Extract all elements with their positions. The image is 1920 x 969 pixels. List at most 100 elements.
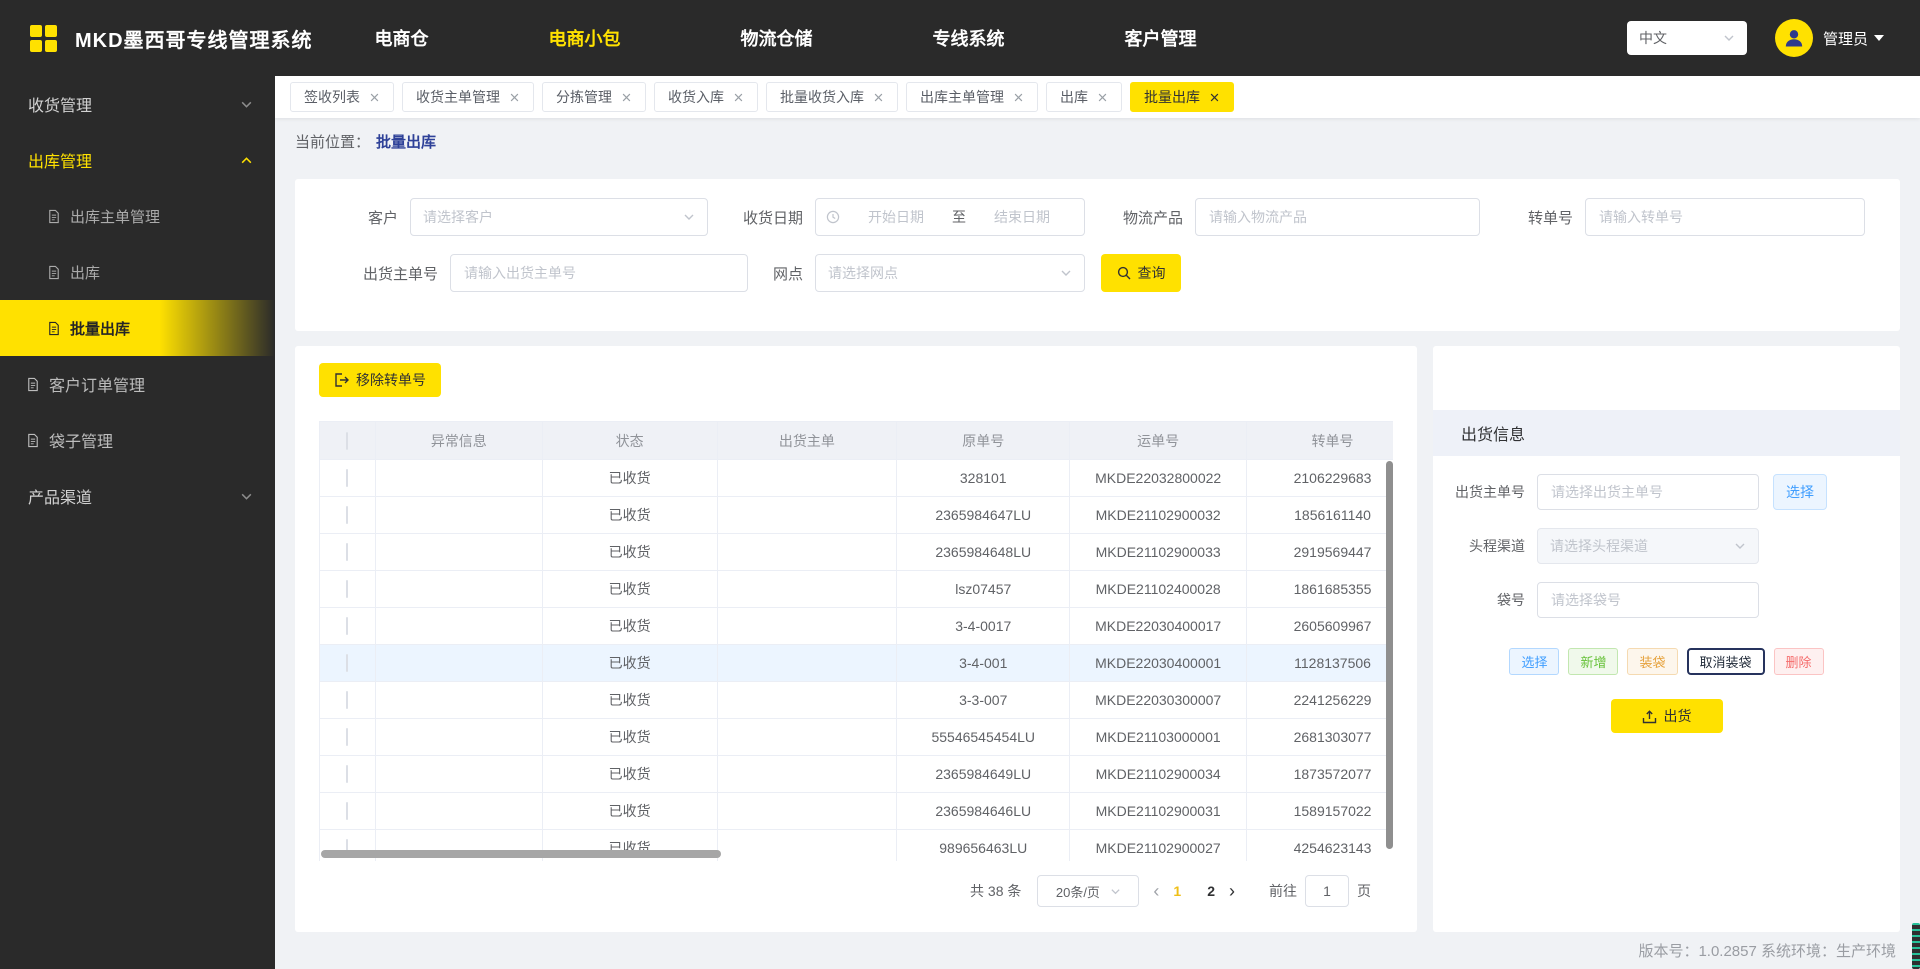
remove-transfer-button[interactable]: 移除转单号	[319, 363, 441, 397]
tab-1[interactable]: 签收列表	[290, 82, 394, 112]
product-input[interactable]	[1196, 199, 1479, 235]
action-button-blue[interactable]: 选择	[1509, 648, 1560, 675]
cell-transfer: 1856161140	[1246, 496, 1393, 534]
tab-2[interactable]: 收货主单管理	[402, 82, 534, 112]
receive-date-range[interactable]: 开始日期 至 结束日期	[815, 198, 1085, 236]
cell-master	[716, 792, 898, 830]
close-icon[interactable]	[369, 92, 380, 103]
row-checkbox[interactable]	[346, 654, 349, 672]
open-tabs-bar: 签收列表 收货主单管理 分拣管理 收货入库 批量收货入库 出库主单管理 出库 批量出库	[275, 76, 1920, 118]
tab-label: 批量出库	[1144, 89, 1200, 105]
close-icon[interactable]	[1013, 92, 1024, 103]
cell-original: 2365984646LU	[896, 792, 1071, 830]
sidebar-item-4[interactable]: 出库	[0, 244, 275, 300]
cell-master	[716, 459, 898, 497]
bag-input[interactable]	[1538, 583, 1758, 617]
table-row-2[interactable]: 已收货 2365984647LU MKDE21102900032 1856161140	[319, 496, 1393, 534]
vertical-scrollbar[interactable]	[1386, 461, 1393, 849]
page-scrollbar-thumb[interactable]	[1912, 923, 1920, 969]
row-checkbox[interactable]	[346, 469, 349, 487]
nav-item-2[interactable]: 电商小包	[549, 25, 621, 51]
action-button-navy[interactable]: 取消装袋	[1686, 648, 1765, 675]
page-size-select[interactable]: 20条/页	[1037, 875, 1140, 907]
table-row-5[interactable]: 已收货 3-4-0017 MKDE22030400017 2605609967	[319, 607, 1393, 645]
customer-select[interactable]: 请选择客户	[410, 198, 708, 236]
row-checkbox[interactable]	[346, 506, 349, 524]
user-avatar[interactable]	[1774, 19, 1813, 57]
tab-6[interactable]: 出库主单管理	[906, 82, 1038, 112]
prev-page-button[interactable]: ‹	[1153, 882, 1159, 900]
remove-transfer-label: 移除转单号	[356, 372, 426, 388]
table-row-3[interactable]: 已收货 2365984648LU MKDE21102900033 2919569447	[319, 533, 1393, 571]
select-all-checkbox[interactable]	[346, 431, 349, 450]
close-icon[interactable]	[509, 92, 520, 103]
sidebar-group-1[interactable]: 收货管理	[0, 76, 275, 132]
row-checkbox-cell	[319, 496, 376, 534]
row-checkbox[interactable]	[346, 765, 349, 783]
tab-3[interactable]: 分拣管理	[542, 82, 646, 112]
document-icon	[47, 321, 61, 336]
user-menu[interactable]: 管理员	[1823, 28, 1884, 49]
table-row-7[interactable]: 已收货 3-3-007 MKDE22030300007 2241256229	[319, 681, 1393, 719]
outlet-select[interactable]: 请选择网点	[815, 254, 1085, 292]
ship-master-select-button[interactable]: 选择	[1773, 474, 1827, 510]
transfer-input-wrap	[1585, 198, 1865, 236]
row-checkbox[interactable]	[346, 802, 349, 820]
sidebar-group-label: 产品渠道	[28, 490, 93, 507]
horizontal-scrollbar[interactable]	[321, 850, 721, 858]
channel-select[interactable]: 请选择头程渠道	[1537, 528, 1759, 564]
page-number-2[interactable]: 2	[1207, 883, 1215, 899]
row-checkbox[interactable]	[346, 728, 349, 746]
close-icon[interactable]	[873, 92, 884, 103]
table-row-10[interactable]: 已收货 2365984646LU MKDE21102900031 1589157022	[319, 792, 1393, 830]
sidebar-item-3[interactable]: 出库主单管理	[0, 188, 275, 244]
app-title: MKD墨西哥专线管理系统	[75, 29, 313, 52]
cell-transfer: 2106229683	[1246, 459, 1393, 497]
row-checkbox[interactable]	[346, 691, 349, 709]
nav-item-3[interactable]: 物流仓储	[741, 25, 813, 51]
ship-info-header: 出货信息	[1433, 410, 1900, 456]
table-row-1[interactable]: 已收货 328101 MKDE22032800022 2106229683	[319, 459, 1393, 497]
sidebar-item-5[interactable]: 批量出库	[0, 300, 275, 356]
search-button[interactable]: 查询	[1101, 254, 1181, 292]
tab-4[interactable]: 收货入库	[654, 82, 758, 112]
close-icon[interactable]	[733, 92, 744, 103]
ship-button[interactable]: 出货	[1610, 699, 1723, 733]
close-icon[interactable]	[621, 92, 632, 103]
sidebar-group-2[interactable]: 出库管理	[0, 132, 275, 188]
transfer-input[interactable]	[1586, 199, 1864, 235]
nav-item-4[interactable]: 专线系统	[933, 25, 1005, 51]
nav-item-1[interactable]: 电商仓	[375, 25, 429, 51]
tab-7[interactable]: 出库	[1046, 82, 1122, 112]
close-icon[interactable]	[1209, 92, 1220, 103]
customer-label: 客户	[367, 209, 398, 227]
row-checkbox[interactable]	[346, 543, 349, 561]
tab-8[interactable]: 批量出库	[1130, 82, 1234, 112]
page-number-1[interactable]: 1	[1173, 883, 1181, 899]
ship-master-input[interactable]	[1538, 475, 1758, 509]
tab-5[interactable]: 批量收货入库	[766, 82, 898, 112]
sidebar-group-label: 收货管理	[28, 98, 93, 115]
language-select[interactable]: 中文	[1626, 21, 1747, 55]
cell-transfer: 1128137506	[1246, 644, 1393, 682]
sidebar-item-7[interactable]: 袋子管理	[0, 412, 275, 468]
master-input[interactable]	[451, 255, 747, 291]
row-checkbox[interactable]	[346, 580, 349, 598]
table-row-6[interactable]: 已收货 3-4-001 MKDE22030400001 1128137506	[319, 644, 1393, 682]
goto-page-input[interactable]: 1	[1305, 875, 1349, 907]
sidebar-group-8[interactable]: 产品渠道	[0, 468, 275, 524]
header-checkbox-cell	[319, 421, 376, 460]
cell-master	[716, 829, 898, 861]
table-row-4[interactable]: 已收货 lsz07457 MKDE21102400028 1861685355	[319, 570, 1393, 608]
action-button-red[interactable]: 删除	[1773, 648, 1824, 675]
next-page-button[interactable]: ›	[1229, 882, 1235, 900]
sidebar-item-6[interactable]: 客户订单管理	[0, 356, 275, 412]
row-checkbox[interactable]	[346, 617, 349, 635]
table-row-8[interactable]: 已收货 55546545454LU MKDE21103000001 268130307…	[319, 718, 1393, 756]
action-button-green[interactable]: 新增	[1568, 648, 1619, 675]
nav-item-5[interactable]: 客户管理	[1125, 25, 1197, 51]
action-button-orange[interactable]: 装袋	[1627, 648, 1678, 675]
table-row-9[interactable]: 已收货 2365984649LU MKDE21102900034 1873572077	[319, 755, 1393, 793]
app-logo-grid-icon	[30, 24, 57, 52]
close-icon[interactable]	[1097, 92, 1108, 103]
